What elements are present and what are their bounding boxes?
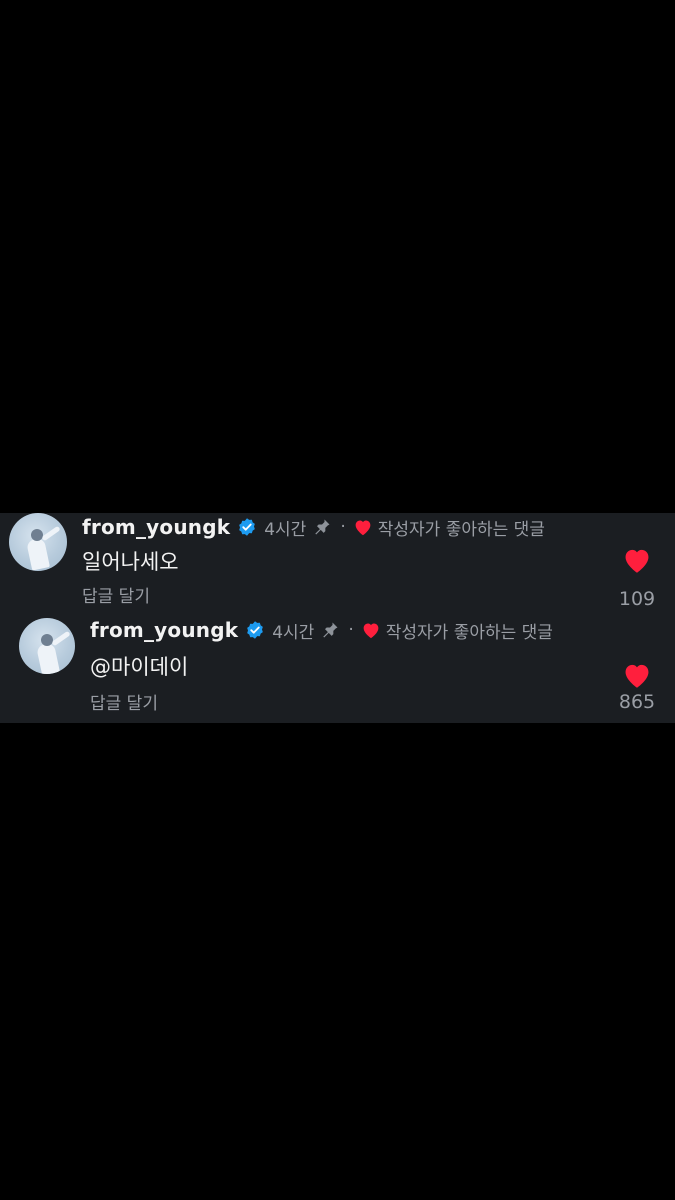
avatar-figure xyxy=(36,642,60,674)
author-heart-icon xyxy=(353,518,373,536)
verified-badge-icon xyxy=(245,620,265,640)
username[interactable]: from_youngk xyxy=(82,515,230,539)
avatar-figure xyxy=(26,537,50,571)
comment: from_youngk 4시간 · 작성자가 좋아하는 댓글 일어나세오 답글 … xyxy=(0,513,675,618)
verified-badge-icon xyxy=(237,517,257,537)
comment-time: 4시간 xyxy=(264,519,307,540)
comment-header: from_youngk 4시간 · 작성자가 좋아하는 댓글 xyxy=(82,513,545,541)
reply-button[interactable]: 답글 달기 xyxy=(82,582,150,607)
avatar[interactable] xyxy=(9,513,67,571)
avatar-figure-head xyxy=(31,529,43,541)
avatar-figure-head xyxy=(41,634,53,646)
like-count: 865 xyxy=(618,691,656,713)
author-liked-label: 작성자가 좋아하는 댓글 xyxy=(385,622,553,643)
like-button[interactable] xyxy=(621,661,653,689)
comment-text: 일어나세오 xyxy=(82,550,179,574)
heart-icon xyxy=(625,549,649,573)
like-button[interactable] xyxy=(621,546,653,574)
comment-text: @마이데이 xyxy=(90,655,189,679)
like-count: 109 xyxy=(618,588,656,610)
reply-button[interactable]: 답글 달기 xyxy=(90,689,158,714)
separator-dot: · xyxy=(348,620,354,640)
avatar[interactable] xyxy=(19,618,75,674)
comment: from_youngk 4시간 · 작성자가 좋아하는 댓글 @마이데이 답글 … xyxy=(0,618,675,723)
author-heart-icon xyxy=(361,621,381,639)
comment-time: 4시간 xyxy=(272,622,315,643)
username[interactable]: from_youngk xyxy=(90,618,238,642)
comments-panel: from_youngk 4시간 · 작성자가 좋아하는 댓글 일어나세오 답글 … xyxy=(0,513,675,723)
pin-icon xyxy=(320,620,340,640)
separator-dot: · xyxy=(340,517,346,537)
comment-header: from_youngk 4시간 · 작성자가 좋아하는 댓글 xyxy=(90,616,553,644)
heart-icon xyxy=(625,664,649,688)
avatar-figure-arm xyxy=(41,525,61,542)
author-liked-label: 작성자가 좋아하는 댓글 xyxy=(377,519,545,540)
pin-icon xyxy=(312,517,332,537)
avatar-figure-arm xyxy=(51,630,71,647)
